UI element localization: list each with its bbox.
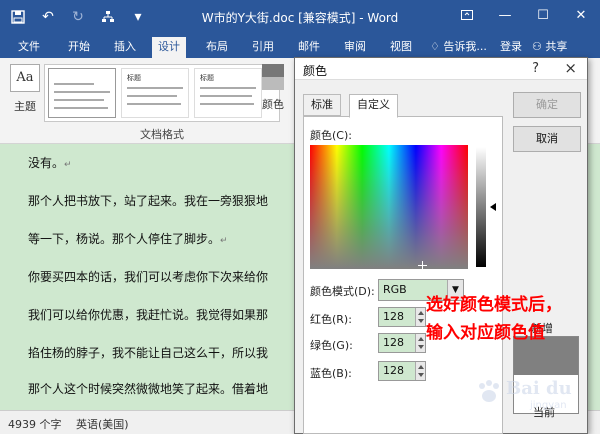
color-spectrum[interactable] [310, 145, 468, 270]
style-thumbnail[interactable]: 标题 [121, 68, 189, 118]
close-icon[interactable]: × [564, 59, 577, 77]
paragraph: 那个人这个时候突然微微地笑了起来。借着地 [28, 380, 268, 397]
thumb-title: 标题 [200, 74, 214, 82]
green-label: 绿色(G): [310, 339, 353, 352]
login-link[interactable]: 登录 [500, 38, 522, 54]
ribbon-tabs: 文件 开始 插入 设计 布局 引用 邮件 审阅 视图 ♢ 告诉我... 登录 ⚇… [0, 34, 600, 58]
colors-label: 颜色 [262, 98, 284, 111]
watermark-text: Bai du [506, 378, 572, 399]
maximize-icon[interactable]: ☐ [524, 0, 562, 30]
themes-button[interactable]: Aa 主题 [8, 64, 42, 114]
paragraph-text: 没有。 [28, 156, 65, 170]
paragraph: 那个人把书放下，站了起来。我在一旁狠狠地 [28, 192, 268, 209]
dialog-title: 颜色 [303, 64, 328, 78]
red-input[interactable]: 128 [378, 307, 426, 327]
baidu-watermark-logo: Bai du jingyan [470, 374, 598, 414]
color-mode-value: RGB [383, 283, 407, 296]
paragraph-mark: ↵ [220, 236, 228, 246]
tab-layout[interactable]: 布局 [200, 37, 234, 58]
paragraph: 你要买四本的话，我们可以考虑你下次来给你 [28, 268, 268, 285]
paragraph: 我们可以给你优惠，我赶忙说。我觉得如果那 [28, 306, 268, 323]
window-controls: — ☐ ✕ [448, 0, 600, 30]
tab-standard[interactable]: 标准 [303, 94, 341, 116]
paragraph-mark: ↵ [64, 160, 72, 170]
thumb-title: 标题 [127, 74, 141, 82]
tab-view[interactable]: 视图 [384, 37, 418, 58]
tell-me-label: 告诉我... [443, 40, 487, 53]
lightbulb-icon: ♢ [430, 40, 440, 53]
crosshair-icon[interactable] [418, 261, 427, 270]
colors-icon [262, 64, 284, 90]
style-thumbnail[interactable] [48, 68, 116, 118]
tab-mailings[interactable]: 邮件 [292, 37, 326, 58]
help-icon[interactable]: ? [532, 61, 539, 76]
spinner-icon[interactable] [415, 362, 425, 380]
share-label: 共享 [545, 40, 568, 53]
themes-label: 主题 [14, 100, 36, 113]
blue-input[interactable]: 128 [378, 361, 426, 381]
color-mode-label: 颜色模式(D): [310, 285, 375, 298]
annotation-line-1: 选好颜色模式后， [426, 295, 562, 315]
ribbon-display-icon[interactable] [448, 0, 486, 30]
dialog-title-bar: 颜色 ? × [295, 58, 587, 80]
tab-design[interactable]: 设计 [152, 37, 186, 58]
paragraph-text: 等一下，杨说。那个人停住了脚步。 [28, 232, 221, 246]
colors-field-label: 颜色(C): [310, 129, 352, 142]
tab-custom[interactable]: 自定义 [349, 94, 398, 118]
colors-button[interactable]: 颜色 [258, 64, 288, 112]
tab-references[interactable]: 引用 [246, 37, 280, 58]
red-label: 红色(R): [310, 313, 352, 326]
style-thumbnail[interactable]: 标题 [194, 68, 262, 118]
blue-value: 128 [383, 364, 404, 377]
paragraph-text: 你要买四本的话，我们可以考虑你下次来给你 [28, 270, 269, 284]
luminance-arrow-icon[interactable] [490, 203, 496, 211]
paragraph-text: 掐住杨的脖子，我不能让自己这么干，所以我 [28, 346, 269, 360]
close-icon[interactable]: ✕ [562, 0, 600, 30]
spinner-icon[interactable] [415, 334, 425, 352]
tab-insert[interactable]: 插入 [108, 37, 142, 58]
tab-home[interactable]: 开始 [62, 37, 96, 58]
document-format-gallery: 标题 标题 [44, 64, 280, 122]
cancel-button[interactable]: 取消 [513, 126, 581, 152]
luminance-slider[interactable] [476, 147, 486, 267]
minimize-icon[interactable]: — [486, 0, 524, 30]
title-bar: ↶ ↻ ▾ W市的Y大街.doc [兼容模式] - Word — ☐ ✕ [0, 0, 600, 34]
paragraph: 掐住杨的脖子，我不能让自己这么干，所以我 [28, 344, 268, 361]
paragraph: 没有。↵ [28, 154, 72, 171]
annotation-line-2: 输入对应颜色值 [426, 323, 545, 343]
ok-button[interactable]: 确定 [513, 92, 581, 118]
paragraph-text: 那个人这个时候突然微微地笑了起来。借着地 [28, 382, 269, 396]
language-indicator[interactable]: 英语(美国) [76, 416, 129, 432]
gallery-group-label: 文档格式 [140, 128, 184, 141]
paragraph-text: 我们可以给你优惠，我赶忙说。我觉得如果那 [28, 308, 269, 322]
green-input[interactable]: 128 [378, 333, 426, 353]
person-icon: ⚇ [532, 40, 542, 53]
spinner-icon[interactable] [415, 308, 425, 326]
themes-icon: Aa [10, 64, 40, 92]
tab-review[interactable]: 审阅 [338, 37, 372, 58]
watermark-subtext: jingyan [530, 400, 567, 411]
word-count[interactable]: 4939 个字 [8, 416, 62, 432]
blue-label: 蓝色(B): [310, 367, 352, 380]
paragraph-text: 那个人把书放下，站了起来。我在一旁狠狠地 [28, 194, 269, 208]
green-value: 128 [383, 336, 404, 349]
tell-me-box[interactable]: ♢ 告诉我... [430, 38, 487, 54]
share-button[interactable]: ⚇ 共享 [532, 38, 567, 54]
paragraph: 等一下，杨说。那个人停住了脚步。↵ [28, 230, 228, 247]
tab-file[interactable]: 文件 [12, 37, 46, 58]
paw-icon [479, 380, 499, 402]
red-value: 128 [383, 310, 404, 323]
